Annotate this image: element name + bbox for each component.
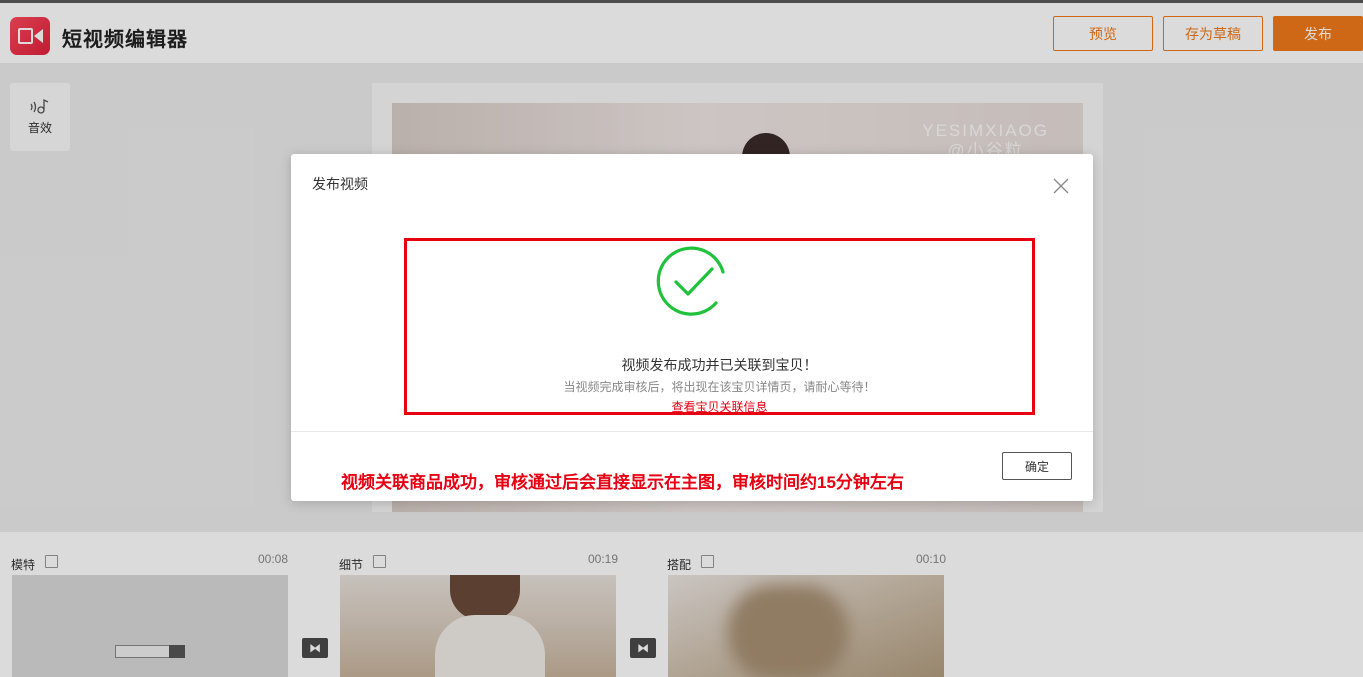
view-product-link[interactable]: 查看宝贝关联信息 (407, 398, 1032, 415)
annotation-text: 视频关联商品成功，审核通过后会直接显示在主图，审核时间约15分钟左右 (341, 473, 904, 492)
publish-dialog: 发布视频 视频发布成功并已关联到宝贝！ 当视频完成审核后，将出现在该宝贝详情页，… (291, 154, 1093, 501)
success-subtitle: 当视频完成审核后，将出现在该宝贝详情页，请耐心等待！ (563, 380, 876, 394)
dialog-divider (291, 431, 1093, 432)
success-title: 视频发布成功并已关联到宝贝！ (621, 357, 818, 373)
close-icon[interactable] (1051, 176, 1071, 196)
dialog-title: 发布视频 (312, 176, 368, 192)
confirm-button[interactable]: 确定 (1002, 452, 1072, 480)
success-highlight-box: 视频发布成功并已关联到宝贝！ 当视频完成审核后，将出现在该宝贝详情页，请耐心等待… (404, 238, 1035, 415)
success-check-icon (656, 246, 725, 316)
